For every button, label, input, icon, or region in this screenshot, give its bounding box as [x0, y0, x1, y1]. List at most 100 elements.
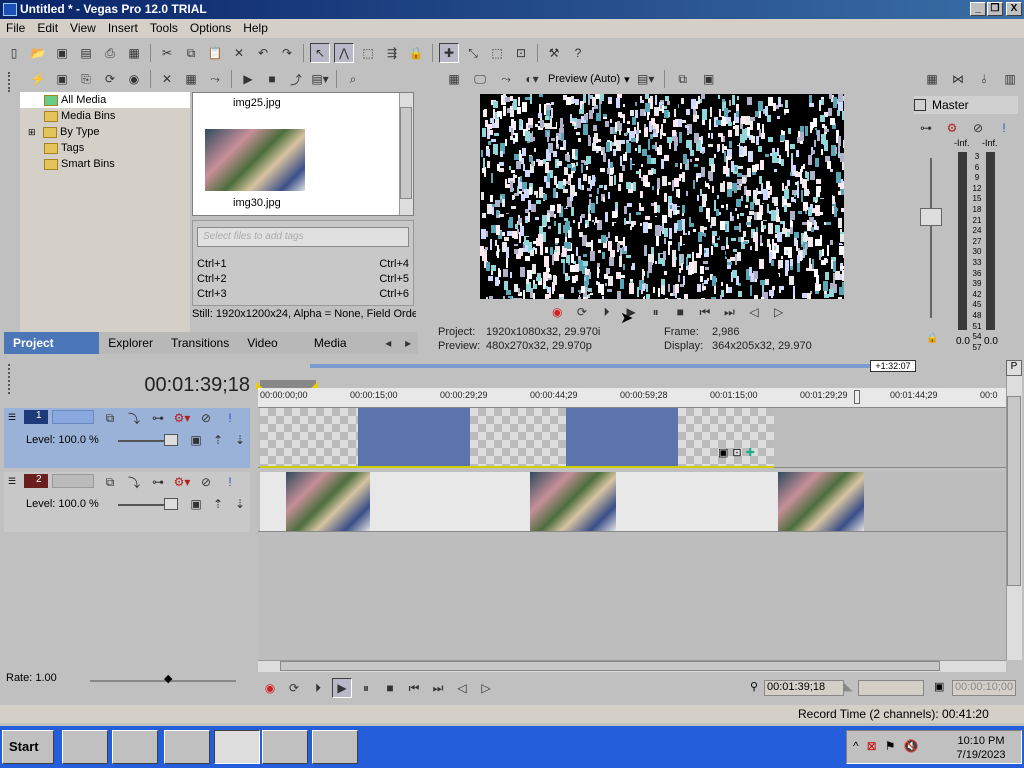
explorer-taskbar-icon[interactable] [164, 730, 210, 764]
save-snapshot-icon[interactable]: ▣ [699, 69, 719, 89]
play-from-start-icon[interactable]: ⏵ [308, 678, 328, 698]
shortcut-row[interactable]: Ctrl+1 Ctrl+4 [197, 257, 409, 272]
capture-icon[interactable]: ▣ [52, 69, 72, 89]
normal-edit-tool-icon[interactable]: ↖ [310, 43, 330, 63]
play-media-icon[interactable]: ▶ [238, 69, 258, 89]
pause-icon[interactable]: ⏸ [356, 678, 376, 698]
overlays-icon[interactable]: ▤▾ [636, 69, 656, 89]
cursor-flag[interactable] [854, 390, 860, 404]
render-as-icon[interactable]: ⎙ [100, 43, 120, 63]
bus-auto-icon[interactable]: ⊶ [916, 118, 936, 138]
tag-input[interactable]: Select files to add tags [197, 227, 409, 247]
media-player-taskbar-icon[interactable] [262, 730, 308, 764]
event-pan-crop-icon[interactable]: ⊡ [732, 446, 741, 459]
external-monitor-icon[interactable]: 🖵 [470, 69, 490, 89]
tree-item-all-media[interactable]: All Media [20, 92, 190, 108]
track-level-handle[interactable] [164, 434, 178, 446]
paste-icon[interactable]: 📋 [205, 43, 225, 63]
delete-icon[interactable]: ✕ [229, 43, 249, 63]
next-frame-icon[interactable]: ▷ [769, 302, 788, 322]
cut-icon[interactable]: ✂ [157, 43, 177, 63]
track-fx-icon[interactable]: ⚙▾ [172, 472, 192, 492]
selection-length-field[interactable]: 00:00:10;00 [952, 680, 1016, 696]
maximize-button[interactable]: ❐ [987, 2, 1003, 16]
solo-icon[interactable]: ! [220, 472, 240, 492]
track-header-1[interactable]: ☰ 1 ⧉ ⤵ ⊶ ⚙▾ ⊘ ! Level: 100.0 % ▣ ⇡ ⇣ [4, 408, 250, 468]
expand-icon[interactable]: ⊞ [28, 127, 40, 138]
tab-scroll-right-icon[interactable]: ▸ [398, 333, 418, 353]
prev-frame-icon[interactable]: ◁ [452, 678, 472, 698]
auto-preview-icon[interactable]: ⤳ [205, 69, 225, 89]
envelope-edit-tool-icon[interactable]: ⋀ [334, 43, 354, 63]
menu-view[interactable]: View [64, 19, 102, 38]
chrome-taskbar-icon[interactable] [62, 730, 108, 764]
tab-scroll-left-icon[interactable]: ◂ [378, 333, 398, 353]
shortcut-row[interactable]: Ctrl+2 Ctrl+5 [197, 272, 409, 287]
close-button[interactable]: X [1006, 2, 1022, 16]
views-icon[interactable]: ▤▾ [310, 69, 330, 89]
track-name-field-2[interactable] [52, 474, 94, 488]
copy-snapshot-icon[interactable]: ⧉ [673, 69, 693, 89]
new-project-icon[interactable]: ▯ [4, 43, 24, 63]
chevron-up-icon[interactable]: ^ [853, 739, 859, 753]
split-screen-icon[interactable]: ◐▾ [522, 69, 542, 89]
play-icon[interactable]: ▶ [332, 678, 352, 698]
go-to-start-icon[interactable]: ⏮ [404, 678, 424, 698]
track-collapse-icon[interactable]: ☰ [8, 476, 20, 488]
save-as-icon[interactable]: ▤ [76, 43, 96, 63]
track-motion-icon[interactable]: ⊶ [148, 408, 168, 428]
search-icon[interactable]: ⌕ [343, 69, 363, 89]
make-compositing-child-icon[interactable]: ⤵ [124, 472, 144, 492]
rate-slider[interactable] [90, 680, 236, 682]
go-to-end-icon[interactable]: ⏭ [428, 678, 448, 698]
wand-icon[interactable]: ⚒ [544, 43, 564, 63]
master-fx-icon[interactable]: ⚙ [942, 118, 962, 138]
firefox-taskbar-icon[interactable] [112, 730, 158, 764]
track-header-2[interactable]: ☰ 2 ⧉ ⤵ ⊶ ⚙▾ ⊘ ! Level: 100.0 % ▣ ⇡ ⇣ [4, 472, 250, 532]
region-bar[interactable] [310, 364, 870, 368]
selection-tool-icon[interactable]: ⬚ [358, 43, 378, 63]
media-fx-icon[interactable]: ▦ [181, 69, 201, 89]
stop-icon[interactable]: ■ [671, 302, 690, 322]
rate-handle-icon[interactable]: ◆ [164, 672, 172, 685]
move-down-icon[interactable]: ⇣ [230, 430, 250, 450]
network-icon[interactable]: ⊠ [867, 739, 877, 753]
track-motion-icon[interactable]: ⊶ [148, 472, 168, 492]
undo-icon[interactable]: ↶ [253, 43, 273, 63]
thumbs-scroll-thumb[interactable] [400, 107, 412, 199]
preview-fx-icon[interactable]: ⤳ [496, 69, 516, 89]
time-ruler[interactable]: 00:00:00;00 00:00:15;00 00:00:29;29 00:0… [258, 388, 1006, 408]
tab-transitions[interactable]: Transitions [162, 332, 238, 354]
loop-icon[interactable]: ⟳ [284, 678, 304, 698]
shortcut-row[interactable]: Ctrl+3 Ctrl+6 [197, 287, 409, 302]
stop-icon[interactable]: ■ [380, 678, 400, 698]
control-panel-taskbar-icon[interactable] [312, 730, 358, 764]
mixer-properties-icon[interactable]: ▦ [922, 69, 942, 89]
volume-icon[interactable]: 🔇 [903, 739, 918, 753]
track-level-handle[interactable] [164, 498, 178, 510]
loop-region[interactable] [260, 380, 316, 388]
cursor-timecode[interactable]: 00:01:39;18 [764, 680, 844, 696]
pause-icon[interactable]: ⏸ [646, 302, 665, 322]
tab-media-generators[interactable]: Media Ger [305, 332, 378, 372]
menu-tools[interactable]: Tools [144, 19, 184, 38]
compositing-mode-icon[interactable]: ⧉ [100, 472, 120, 492]
clock-time[interactable]: 10:10 PM [951, 735, 1011, 747]
selection-start-field[interactable] [858, 680, 924, 696]
properties-icon[interactable]: ▦ [124, 43, 144, 63]
media-thumbnail-img30[interactable] [205, 129, 305, 191]
preview-properties-icon[interactable]: ▦ [444, 69, 464, 89]
timeline-grip-icon[interactable] [8, 364, 14, 394]
open-icon[interactable]: 📂 [28, 43, 48, 63]
start-button[interactable]: Start [2, 730, 54, 764]
menu-options[interactable]: Options [184, 19, 237, 38]
bypass-fx-icon[interactable]: ▣ [186, 494, 206, 514]
tab-explorer[interactable]: Explorer [99, 332, 162, 354]
mute-icon[interactable]: ⊘ [196, 408, 216, 428]
record-icon[interactable]: ◉ [548, 302, 567, 322]
copy-icon[interactable]: ⧉ [181, 43, 201, 63]
timeline-vscroll-thumb[interactable] [1007, 396, 1021, 586]
media-generator-icon[interactable]: ✚ [746, 446, 755, 459]
refresh-icon[interactable]: ⟳ [100, 69, 120, 89]
import-media-icon[interactable]: ⚡ [28, 69, 48, 89]
